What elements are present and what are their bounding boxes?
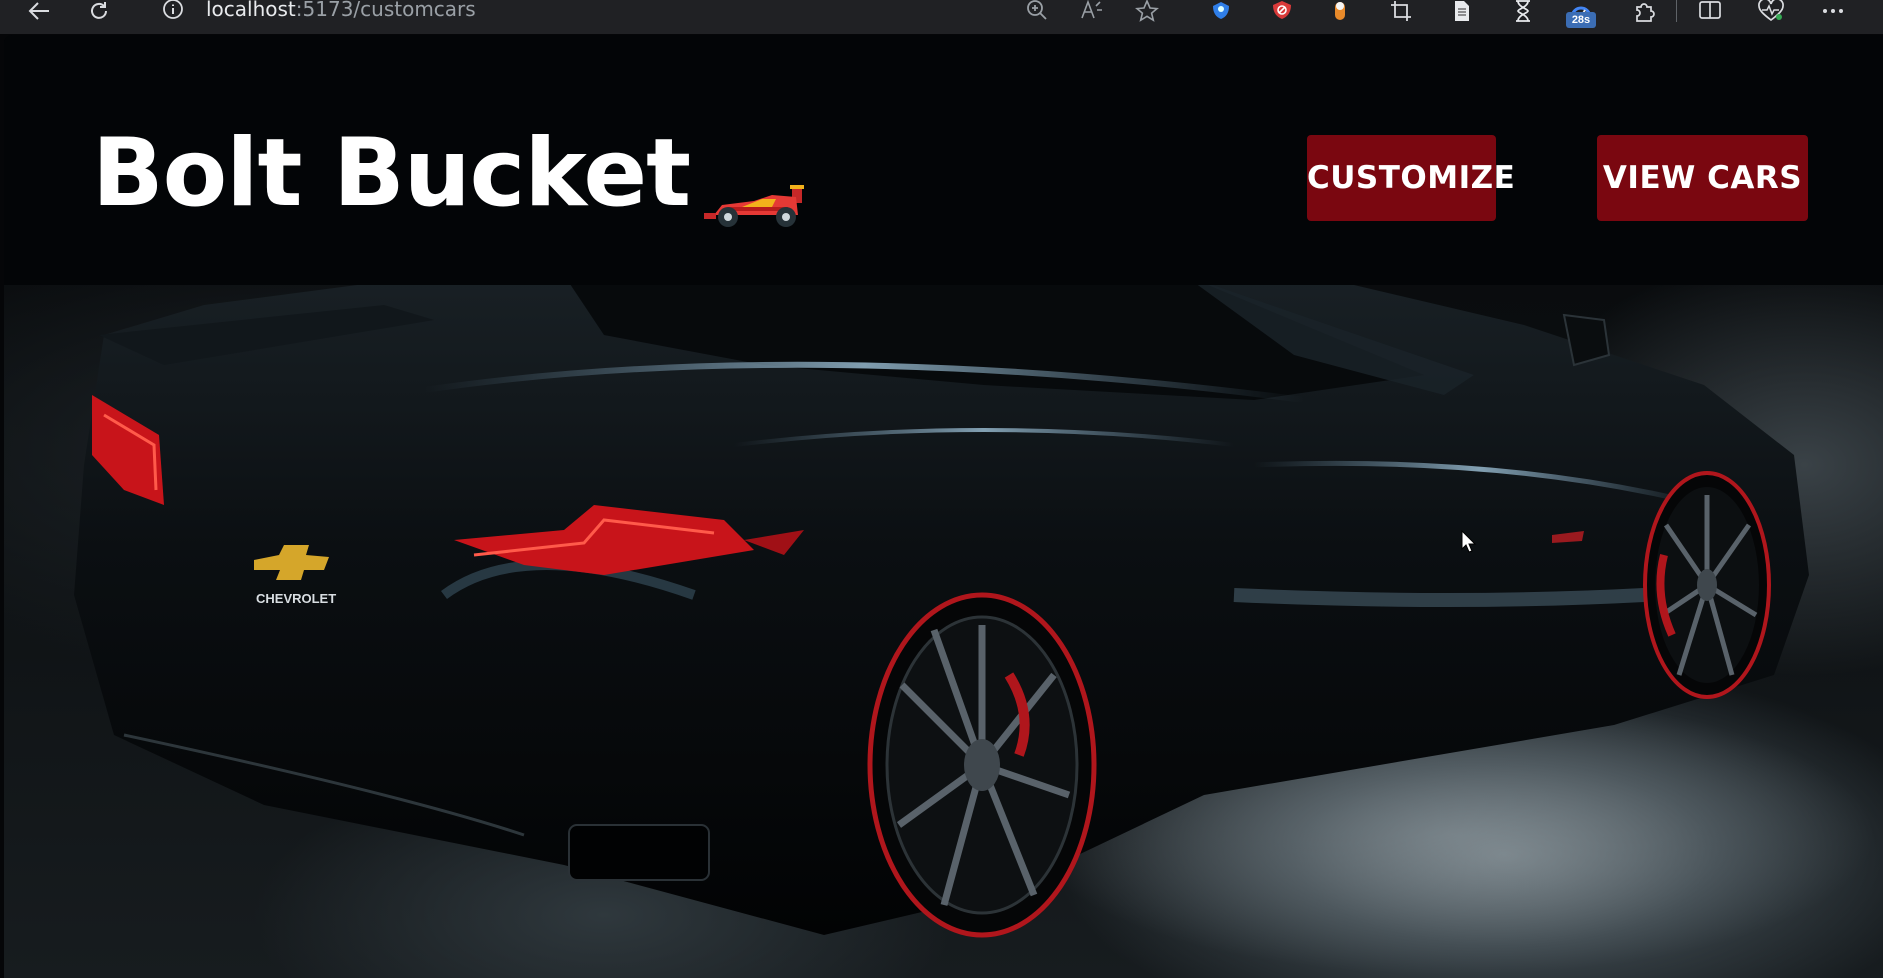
zoom-icon[interactable] <box>1022 0 1052 22</box>
url-host: localhost <box>206 0 296 21</box>
race-car-icon <box>704 185 804 227</box>
chevrolet-badge-text: CHEVROLET <box>256 591 336 606</box>
customize-button[interactable]: CUSTOMIZE <box>1307 135 1515 221</box>
more-icon[interactable] <box>1818 0 1848 22</box>
rear-wheel <box>867 592 1097 938</box>
document-icon[interactable] <box>1447 0 1477 22</box>
extension-orange-icon[interactable] <box>1325 0 1355 22</box>
screenshot-icon[interactable] <box>1386 0 1416 22</box>
site-title: Bolt Bucket <box>92 119 691 228</box>
adblock-icon[interactable] <box>1267 0 1297 22</box>
timer-icon[interactable] <box>1508 0 1538 22</box>
refresh-icon[interactable] <box>84 0 114 22</box>
extension-badge: 28s <box>1566 12 1596 28</box>
view-cars-button[interactable]: VIEW CARS <box>1597 135 1808 221</box>
split-screen-icon[interactable] <box>1695 0 1725 22</box>
mouse-cursor-icon <box>1461 530 1477 553</box>
favorite-star-icon[interactable] <box>1132 0 1162 22</box>
read-aloud-icon[interactable] <box>1077 0 1107 22</box>
vpn-shield-icon[interactable] <box>1206 0 1236 22</box>
front-wheel <box>1643 471 1771 699</box>
site-header: Bolt Bucket CUSTOMIZE VIEW CARS <box>4 35 1883 285</box>
browser-toolbar: localhost:5173/customcars 28s <box>0 0 1883 34</box>
url-path: :5173/customcars <box>295 0 476 21</box>
back-icon[interactable] <box>24 0 54 22</box>
puzzle-extensions-icon[interactable] <box>1630 0 1660 22</box>
address-bar[interactable]: localhost:5173/customcars <box>206 0 476 22</box>
toolbar-divider <box>1676 0 1677 22</box>
info-icon[interactable] <box>158 0 188 22</box>
page-viewport: CHEVROLET Bolt Bucket CUSTOMIZE VIEW CAR… <box>4 35 1883 978</box>
performance-icon[interactable] <box>1756 0 1786 22</box>
